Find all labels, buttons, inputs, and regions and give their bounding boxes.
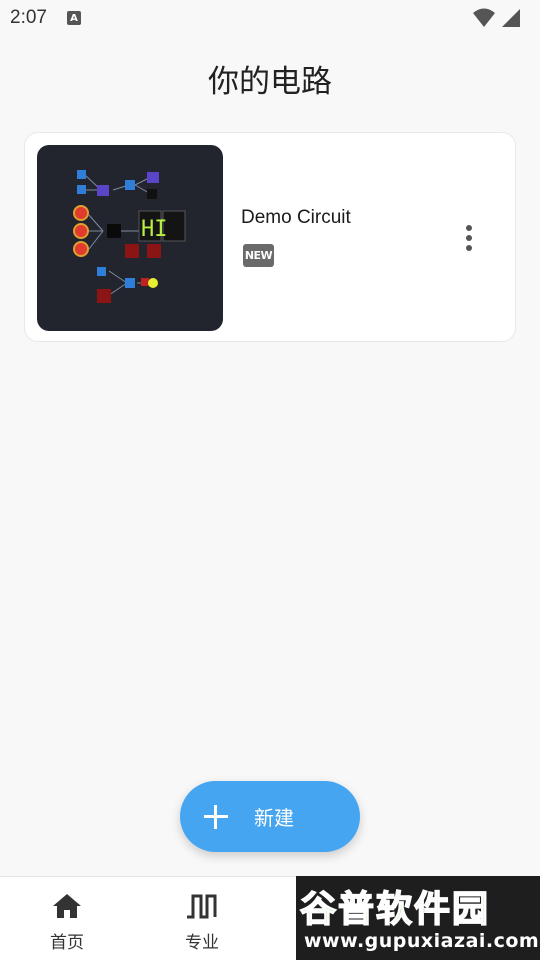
more-dot: [466, 235, 472, 241]
nav-item-pro[interactable]: 专业: [152, 877, 252, 960]
circuit-thumbnail: HI: [37, 145, 223, 331]
wifi-icon: [473, 8, 495, 27]
signal-icon: [502, 9, 520, 27]
nav-item-home[interactable]: 首页: [17, 877, 117, 960]
more-vert-icon[interactable]: [457, 221, 481, 255]
status-icons: [472, 7, 522, 29]
circuit-diagram-image: HI: [73, 170, 186, 303]
square-wave-icon: [187, 894, 217, 919]
new-badge: NEW: [243, 244, 274, 267]
more-dot: [466, 245, 472, 251]
thumbnail-display-text: HI: [141, 217, 168, 242]
watermark-url: www.gupuxiazai.com: [304, 930, 540, 952]
plus-icon: [204, 804, 228, 829]
nav-label-pro: 专业: [185, 933, 219, 953]
watermark-title: 谷普软件园: [299, 888, 491, 931]
home-icon: [53, 894, 81, 918]
circuit-name: Demo Circuit: [241, 207, 351, 228]
more-dot: [466, 225, 472, 231]
new-circuit-button[interactable]: 新建: [180, 781, 360, 852]
nav-label-home: 首页: [50, 933, 84, 953]
circuit-card[interactable]: HI Demo Circuit NEW: [24, 132, 516, 342]
new-circuit-label: 新建: [254, 806, 294, 830]
watermark-logo: 谷普软件园 www.gupuxiazai.com: [296, 876, 540, 960]
notification-a-icon: A: [66, 11, 81, 25]
status-time: 2:07: [10, 7, 47, 28]
status-bar: 2:07 A: [0, 0, 540, 36]
page-title: 你的电路: [208, 64, 332, 100]
